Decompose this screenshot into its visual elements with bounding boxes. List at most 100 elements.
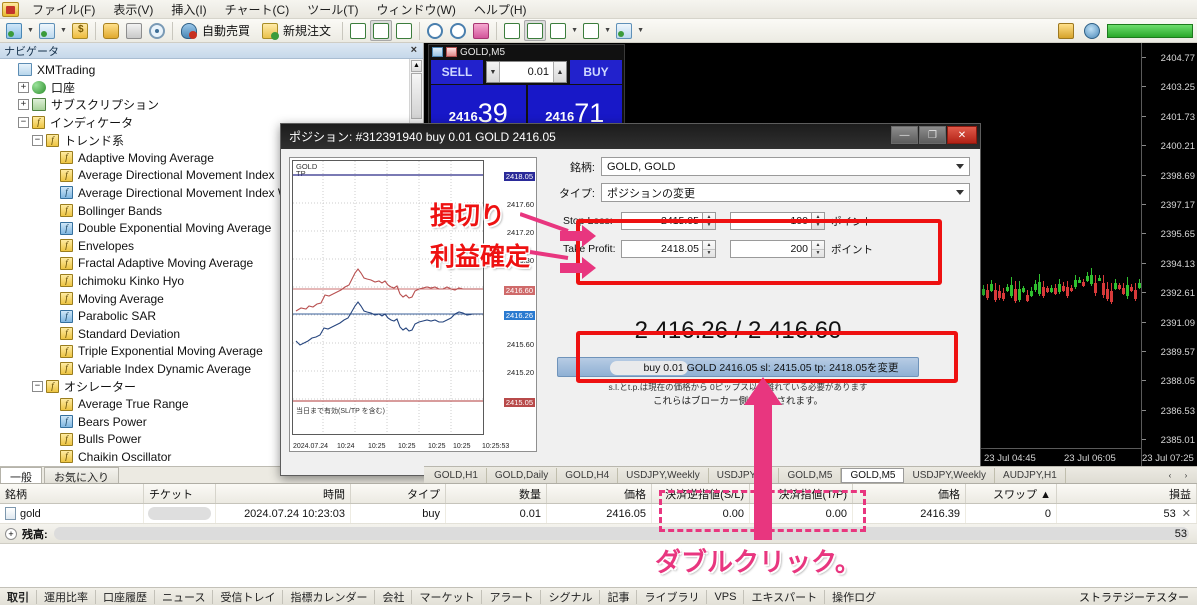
minimize-button[interactable]: —	[891, 126, 918, 144]
status-tab-10[interactable]: 記事	[600, 589, 638, 604]
take-profit-points-input[interactable]: 200	[730, 240, 812, 258]
close-button[interactable]: ✕	[947, 126, 977, 144]
menu-item-view[interactable]: 表示(V)	[104, 0, 162, 19]
print-button[interactable]	[123, 20, 145, 41]
window-restore-icon[interactable]	[432, 47, 443, 57]
tree-expander-icon[interactable]: −	[18, 117, 29, 129]
chart-shift-toggle[interactable]	[524, 20, 547, 41]
chevron-left-icon[interactable]: ‹	[1163, 468, 1177, 482]
print-preview-button[interactable]	[146, 20, 168, 41]
type-select[interactable]: ポジションの変更	[601, 183, 970, 202]
templates-dropdown[interactable]: ▼	[636, 20, 645, 41]
column-header-0[interactable]: 銘柄	[0, 484, 144, 503]
strategy-tester-label[interactable]: ストラテジーテスター	[1079, 589, 1197, 605]
market-watch-button[interactable]	[69, 20, 91, 41]
chart-tab-6[interactable]: GOLD,M5	[841, 467, 905, 483]
chart-tab-2[interactable]: GOLD,H4	[557, 467, 619, 483]
profiles-button[interactable]	[36, 20, 58, 41]
templates-button[interactable]	[613, 20, 635, 41]
maximize-button[interactable]: ❐	[919, 126, 946, 144]
zoom-in-button[interactable]	[424, 20, 446, 41]
indicators-button[interactable]	[547, 20, 569, 41]
chart-tab-1[interactable]: GOLD,Daily	[487, 467, 558, 483]
menu-item-tools[interactable]: ツール(T)	[298, 0, 367, 19]
app-system-icon[interactable]	[2, 1, 19, 17]
scroll-up-icon[interactable]: ▲	[411, 60, 422, 72]
status-tab-13[interactable]: エキスパート	[744, 589, 826, 604]
menu-item-chart[interactable]: チャート(C)	[216, 0, 299, 19]
symbol-select[interactable]: GOLD, GOLD	[601, 157, 970, 176]
column-header-5[interactable]: 価格	[547, 484, 652, 503]
expand-icon[interactable]: +	[5, 527, 17, 540]
status-tab-12[interactable]: VPS	[707, 589, 745, 604]
shift-chart-button[interactable]	[501, 20, 523, 41]
new-chart-button[interactable]	[3, 20, 25, 41]
stepper-down-icon[interactable]: ▼	[812, 222, 824, 230]
menu-item-insert[interactable]: 挿入(I)	[162, 0, 215, 19]
timeframes-button[interactable]	[580, 20, 602, 41]
stop-loss-price-input[interactable]: 2415.05	[621, 212, 703, 230]
modify-position-button[interactable]: buy 0.01 GOLD 2416.05 sl: 2415.05 tp: 24…	[557, 357, 919, 377]
search-button[interactable]	[1055, 21, 1077, 42]
status-tab-4[interactable]: 受信トレイ	[213, 589, 284, 604]
navigator-item-0[interactable]: XMTrading	[0, 61, 409, 79]
chart-tab-3[interactable]: USDJPY,Weekly	[618, 467, 709, 483]
column-header-9[interactable]: スワップ ▲	[966, 484, 1057, 503]
stepper-down-icon[interactable]: ▼	[703, 250, 715, 258]
volume-decrement-icon[interactable]: ▼	[487, 62, 500, 82]
status-tab-9[interactable]: シグナル	[541, 589, 601, 604]
column-header-4[interactable]: 数量	[446, 484, 547, 503]
new-chart-dropdown[interactable]: ▼	[26, 20, 35, 41]
take-profit-price-stepper[interactable]: ▲ ▼	[703, 240, 716, 258]
indicators-dropdown[interactable]: ▼	[570, 20, 579, 41]
status-tab-7[interactable]: マーケット	[412, 589, 483, 604]
tree-expander-icon[interactable]: +	[18, 81, 29, 93]
status-tab-1[interactable]: 運用比率	[37, 589, 96, 604]
menu-item-help[interactable]: ヘルプ(H)	[465, 0, 536, 19]
tree-expander-icon[interactable]: +	[18, 99, 29, 111]
status-tab-14[interactable]: 操作ログ	[825, 590, 883, 604]
volume-input[interactable]: ▼ 0.01 ▲	[486, 61, 567, 83]
stop-loss-price-stepper[interactable]: ▲ ▼	[703, 212, 716, 230]
menu-item-window[interactable]: ウィンドウ(W)	[368, 0, 465, 19]
stop-loss-points-stepper[interactable]: ▲ ▼	[812, 212, 825, 230]
network-button[interactable]	[1081, 21, 1103, 42]
new-order-button[interactable]: 新規注文	[258, 20, 338, 41]
status-tab-11[interactable]: ライブラリ	[637, 589, 708, 604]
tree-expander-icon[interactable]: −	[32, 134, 43, 146]
stepper-up-icon[interactable]: ▲	[703, 213, 715, 222]
navigator-item-1[interactable]: + 口座	[0, 79, 409, 97]
menu-item-file[interactable]: ファイル(F)	[23, 0, 104, 19]
stop-loss-points-input[interactable]: 100	[730, 212, 812, 230]
auto-scroll-button[interactable]	[470, 20, 492, 41]
table-row[interactable]: gold 2024.07.24 10:23:03 buy 0.01 2416.0…	[0, 504, 1197, 524]
chart-tab-7[interactable]: USDJPY,Weekly	[904, 467, 996, 483]
take-profit-points-stepper[interactable]: ▲ ▼	[812, 240, 825, 258]
buy-button[interactable]: BUY	[570, 60, 622, 84]
chart-tab-0[interactable]: GOLD,H1	[426, 467, 487, 483]
chart-tab-5[interactable]: GOLD,M5	[779, 467, 842, 483]
line-chart-button[interactable]	[393, 20, 415, 41]
status-tab-0[interactable]: 取引	[0, 589, 37, 604]
column-header-2[interactable]: 時間	[216, 484, 351, 503]
stepper-up-icon[interactable]: ▲	[812, 213, 824, 222]
stepper-up-icon[interactable]: ▲	[703, 241, 715, 250]
tree-expander-icon[interactable]: −	[32, 380, 43, 392]
status-tab-6[interactable]: 会社	[375, 589, 413, 604]
profiles-dropdown[interactable]: ▼	[59, 20, 68, 41]
take-profit-price-input[interactable]: 2418.05	[621, 240, 703, 258]
navigator-tab-1[interactable]: お気に入り	[44, 467, 119, 484]
data-window-button[interactable]	[100, 20, 122, 41]
close-icon[interactable]: ×	[411, 44, 417, 56]
sell-button[interactable]: SELL	[431, 60, 483, 84]
dialog-title-bar[interactable]: ポジション: #312391940 buy 0.01 GOLD 2416.05 …	[281, 124, 980, 149]
close-position-icon[interactable]: ✕	[1182, 507, 1191, 520]
column-header-8[interactable]: 価格	[853, 484, 966, 503]
auto-trading-button[interactable]: 自動売買	[177, 20, 257, 41]
status-tab-3[interactable]: ニュース	[155, 589, 214, 604]
column-header-1[interactable]: チケット	[144, 484, 216, 503]
column-header-3[interactable]: タイプ	[351, 484, 446, 503]
zoom-out-button[interactable]	[447, 20, 469, 41]
bar-chart-button[interactable]	[347, 20, 369, 41]
stepper-down-icon[interactable]: ▼	[703, 222, 715, 230]
